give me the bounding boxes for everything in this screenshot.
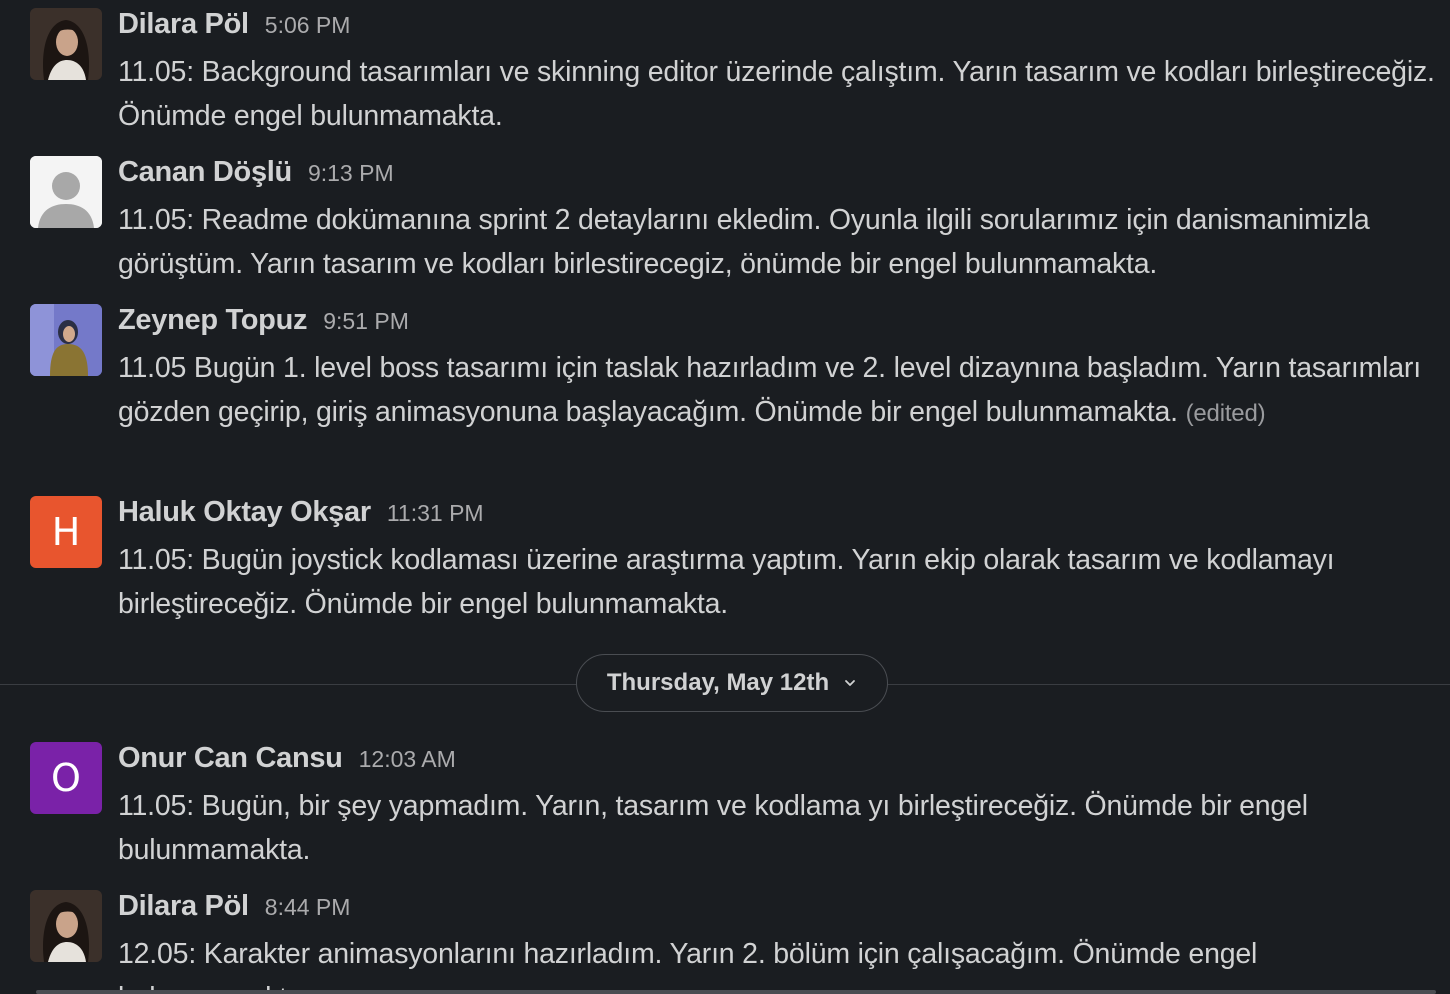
- message-timestamp[interactable]: 12:03 AM: [359, 746, 456, 773]
- message-text: 11.05: Background tasarımları ve skinnin…: [118, 56, 1435, 132]
- date-divider-button[interactable]: Thursday, May 12th: [576, 654, 888, 712]
- author-name[interactable]: Haluk Oktay Okşar: [118, 496, 371, 529]
- user-photo-icon: [30, 890, 102, 962]
- avatar[interactable]: [30, 890, 102, 962]
- author-name[interactable]: Canan Döşlü: [118, 156, 292, 189]
- author-name[interactable]: Dilara Pöl: [118, 890, 249, 923]
- default-user-icon: [30, 156, 102, 228]
- avatar[interactable]: H: [30, 496, 102, 568]
- message-text: 11.05: Bugün joystick kodlaması üzerine …: [118, 544, 1335, 620]
- user-photo-icon: [30, 304, 102, 376]
- edited-marker: (edited): [1185, 400, 1266, 427]
- avatar[interactable]: [30, 8, 102, 80]
- user-photo-icon: [30, 8, 102, 80]
- chevron-down-icon: [845, 680, 856, 686]
- message-text: 11.05: Bugün, bir şey yapmadım. Yarın, t…: [118, 790, 1308, 866]
- message-timestamp[interactable]: 11:31 PM: [387, 500, 484, 527]
- message-text: 11.05 Bugün 1. level boss tasarımı için …: [118, 346, 1438, 436]
- avatar-letter: O: [51, 756, 81, 800]
- composer-edge: [36, 990, 1436, 994]
- avatar[interactable]: [30, 156, 102, 228]
- avatar[interactable]: O: [30, 742, 102, 814]
- message-timestamp[interactable]: 8:44 PM: [265, 894, 351, 921]
- message-text: 12.05: Karakter animasyonlarını hazırlad…: [118, 938, 1258, 994]
- message-timestamp[interactable]: 9:51 PM: [323, 308, 409, 335]
- message-timestamp[interactable]: 5:06 PM: [265, 12, 351, 39]
- avatar-letter: H: [51, 510, 81, 554]
- author-name[interactable]: Onur Can Cansu: [118, 742, 343, 775]
- date-label: Thursday, May 12th: [606, 669, 830, 696]
- author-name[interactable]: Zeynep Topuz: [118, 304, 308, 337]
- message-timestamp[interactable]: 9:13 PM: [308, 160, 394, 187]
- author-name[interactable]: Dilara Pöl: [118, 8, 249, 41]
- avatar[interactable]: [30, 304, 102, 376]
- message-text: 11.05: Readme dokümanına sprint 2 detayl…: [118, 204, 1370, 280]
